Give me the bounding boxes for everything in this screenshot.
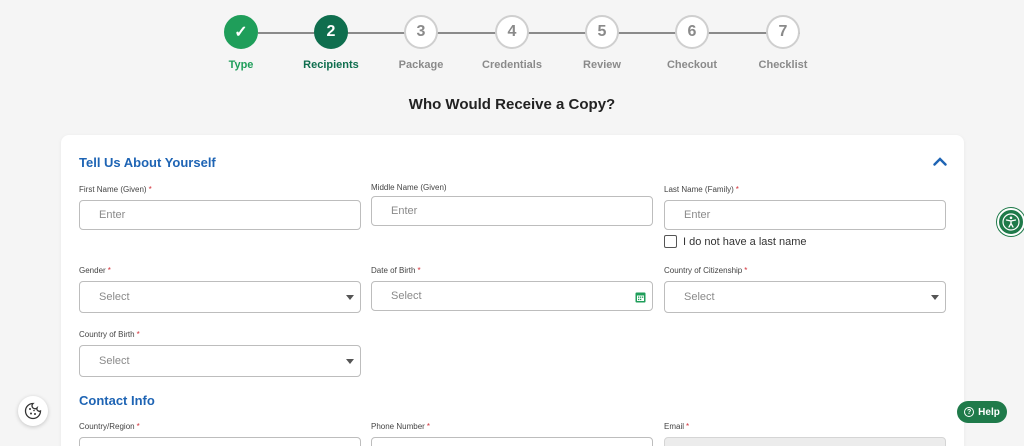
- first-name-input[interactable]: Enter: [79, 200, 361, 230]
- step-type[interactable]: ✓ Type: [191, 15, 291, 71]
- birth-country-value: Select: [99, 355, 130, 367]
- no-last-name-checkbox[interactable]: [664, 235, 677, 248]
- first-name-label: First Name (Given) *: [79, 185, 152, 194]
- phone-input[interactable]: [371, 437, 653, 446]
- collapse-section-button[interactable]: [930, 153, 950, 169]
- help-button[interactable]: ? Help: [957, 401, 1007, 423]
- step-checklist: 7 Checklist: [733, 15, 833, 71]
- gender-value: Select: [99, 291, 130, 303]
- step-circle: 3: [404, 15, 438, 49]
- contact-section-title: Contact Info: [79, 393, 155, 408]
- step-circle: 6: [675, 15, 709, 49]
- step-circle: 2: [314, 15, 348, 49]
- first-name-placeholder: Enter: [99, 209, 126, 221]
- middle-name-input[interactable]: Enter: [371, 196, 653, 226]
- step-label: Checklist: [758, 59, 808, 71]
- step-label: Credentials: [482, 59, 542, 71]
- step-label: Package: [398, 59, 444, 71]
- step-checkout: 6 Checkout: [642, 15, 742, 71]
- cookie-icon: [24, 402, 42, 420]
- accessibility-icon: [1002, 213, 1020, 231]
- step-circle: 7: [766, 15, 800, 49]
- country-region-select[interactable]: [79, 437, 361, 446]
- dob-picker[interactable]: Select: [371, 281, 653, 311]
- dob-value: Select: [391, 290, 422, 302]
- birth-country-label: Country of Birth *: [79, 330, 140, 339]
- citizenship-value: Select: [684, 291, 715, 303]
- accessibility-button[interactable]: [997, 208, 1024, 236]
- citizenship-select[interactable]: Select: [664, 281, 946, 313]
- gender-select[interactable]: Select: [79, 281, 361, 313]
- step-circle: ✓: [224, 15, 258, 49]
- dropdown-caret-icon: [346, 359, 354, 364]
- chevron-up-icon: [933, 156, 947, 166]
- cookie-settings-button[interactable]: [18, 396, 48, 426]
- step-label: Type: [228, 59, 254, 71]
- last-name-input[interactable]: Enter: [664, 200, 946, 230]
- country-region-label: Country/Region *: [79, 422, 140, 431]
- last-name-placeholder: Enter: [684, 209, 711, 221]
- page-title: Who Would Receive a Copy?: [408, 96, 616, 113]
- progress-stepper: ✓ Type 2 Recipients 3 Package 4 Credenti…: [0, 15, 1024, 85]
- step-circle: 4: [495, 15, 529, 49]
- question-icon: ?: [964, 407, 975, 417]
- step-recipients[interactable]: 2 Recipients: [281, 15, 381, 71]
- step-label: Review: [583, 59, 621, 71]
- step-review: 5 Review: [552, 15, 652, 71]
- gender-label: Gender *: [79, 266, 111, 275]
- step-circle: 5: [585, 15, 619, 49]
- help-label: Help: [978, 406, 1000, 418]
- phone-label: Phone Number *: [371, 422, 430, 431]
- email-label: Email *: [664, 422, 690, 431]
- citizenship-label: Country of Citizenship *: [664, 266, 748, 275]
- recipient-form-card: Tell Us About Yourself First Name (Given…: [61, 135, 964, 446]
- dob-label: Date of Birth *: [371, 266, 421, 275]
- email-input[interactable]: [664, 437, 946, 446]
- dropdown-caret-icon: [346, 295, 354, 300]
- no-last-name-label[interactable]: I do not have a last name: [683, 236, 807, 248]
- birth-country-select[interactable]: Select: [79, 345, 361, 377]
- step-credentials: 4 Credentials: [462, 15, 562, 71]
- middle-name-label: Middle Name (Given): [371, 183, 447, 192]
- calendar-icon[interactable]: [635, 291, 646, 303]
- middle-name-placeholder: Enter: [391, 205, 418, 217]
- step-label: Checkout: [666, 59, 718, 71]
- step-package: 3 Package: [371, 15, 471, 71]
- about-section-title: Tell Us About Yourself: [79, 155, 216, 170]
- last-name-label: Last Name (Family) *: [664, 185, 739, 194]
- dropdown-caret-icon: [931, 295, 939, 300]
- step-label: Recipients: [303, 59, 359, 71]
